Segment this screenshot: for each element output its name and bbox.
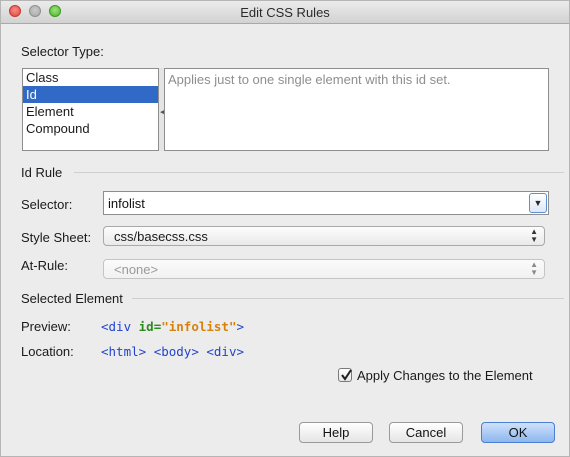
stylesheet-value: css/basecss.css (114, 229, 208, 244)
selected-element-heading: Selected Element (21, 291, 123, 306)
stylesheet-label: Style Sheet: (21, 230, 92, 245)
cancel-button[interactable]: Cancel (389, 422, 463, 443)
at-rule-label: At-Rule: (21, 258, 68, 273)
preview-code: <div id="infolist"> (101, 319, 244, 334)
id-rule-separator (74, 172, 564, 173)
edit-css-rules-dialog: Edit CSS Rules Selector Type: Class Id E… (0, 0, 570, 457)
at-rule-select[interactable]: <none> ▲ ▼ (103, 259, 545, 279)
title-bar: Edit CSS Rules (1, 1, 569, 24)
id-rule-heading: Id Rule (21, 165, 63, 180)
list-item-compound[interactable]: Compound (23, 120, 158, 137)
selector-input[interactable]: infolist (108, 196, 145, 211)
preview-attr: id= (138, 319, 162, 334)
chevron-down-icon: ▼ (533, 198, 543, 208)
location-path: <html> <body> <div> (101, 344, 244, 359)
selector-label: Selector: (21, 197, 73, 212)
location-div: <div> (206, 344, 245, 359)
selected-element-separator (132, 298, 564, 299)
stylesheet-select[interactable]: css/basecss.css ▲ ▼ (103, 226, 545, 246)
at-rule-value: <none> (114, 262, 159, 277)
preview-tag-open: <div (101, 319, 139, 334)
location-body: <body> (153, 344, 199, 359)
selector-dropdown-button[interactable]: ▼ (529, 193, 547, 213)
list-item-class[interactable]: Class (23, 69, 158, 86)
window-title: Edit CSS Rules (240, 5, 330, 20)
apply-changes-checkbox[interactable] (338, 368, 352, 382)
selector-combobox[interactable]: infolist ▼ (103, 191, 549, 215)
updown-arrows-icon: ▲ ▼ (530, 227, 538, 244)
help-button[interactable]: Help (299, 422, 373, 443)
ok-button[interactable]: OK (481, 422, 555, 443)
selector-type-list[interactable]: Class Id Element Compound (22, 68, 159, 151)
updown-arrows-icon: ▲ ▼ (530, 260, 538, 277)
location-label: Location: (21, 344, 74, 359)
preview-label: Preview: (21, 319, 71, 334)
list-item-id[interactable]: Id (23, 86, 158, 103)
selector-type-description: Applies just to one single element with … (164, 68, 549, 151)
preview-attr-value: "infolist" (161, 319, 237, 334)
apply-changes-label[interactable]: Apply Changes to the Element (357, 368, 533, 383)
checkmark-icon (341, 369, 352, 381)
selector-type-heading: Selector Type: (21, 44, 104, 59)
location-html: <html> (101, 344, 147, 359)
list-item-element[interactable]: Element (23, 103, 158, 120)
preview-tag-close: > (236, 319, 245, 334)
